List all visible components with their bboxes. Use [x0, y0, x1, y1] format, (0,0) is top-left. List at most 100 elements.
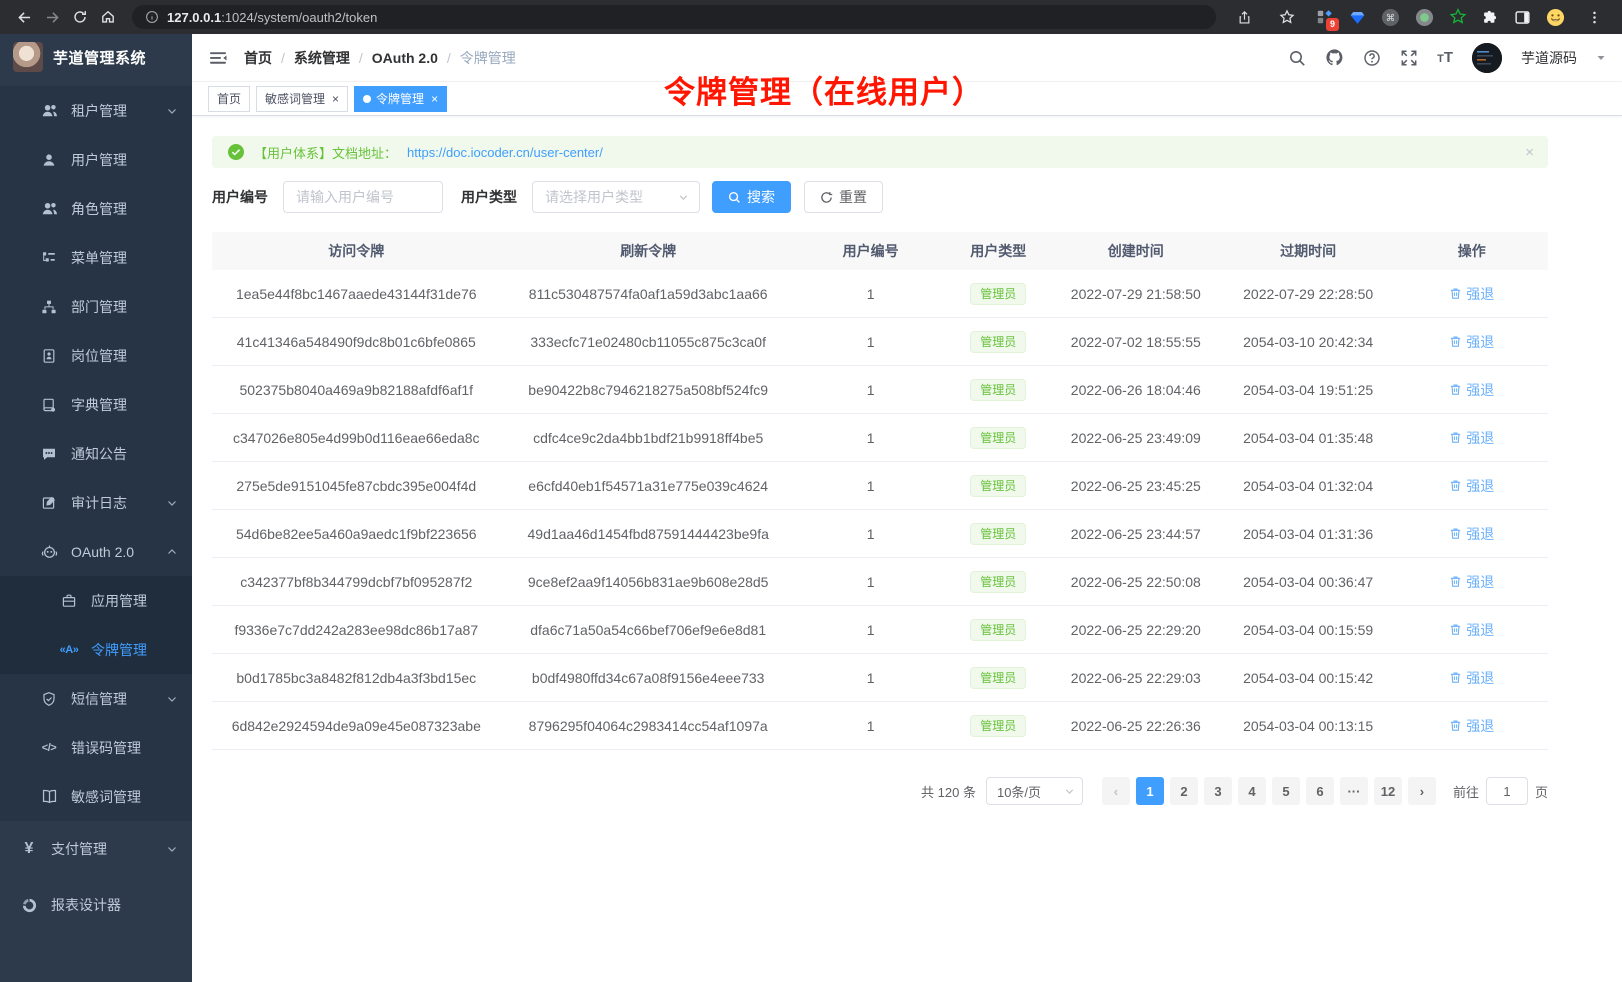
font-size-icon[interactable]: TT: [1437, 49, 1453, 66]
force-logout-button[interactable]: 强退: [1449, 620, 1494, 640]
force-logout-button[interactable]: 强退: [1449, 572, 1494, 592]
sidebar-item-dict[interactable]: 字典管理: [0, 380, 192, 429]
user-id-input[interactable]: [283, 181, 443, 213]
browser-address-bar[interactable]: 127.0.0.1:1024/system/oauth2/token: [132, 5, 1216, 29]
profile-avatar-icon[interactable]: [1546, 8, 1565, 27]
pie-icon: [20, 897, 38, 914]
tab-令牌管理[interactable]: 令牌管理 ×: [354, 86, 447, 112]
user-type-placeholder: 请选择用户类型: [545, 187, 643, 207]
page-button-2[interactable]: 2: [1170, 777, 1198, 805]
sidebar-item-tenant[interactable]: 租户管理: [0, 86, 192, 135]
blocker-extension-icon[interactable]: 9: [1316, 8, 1334, 26]
tab-敏感词管理[interactable]: 敏感词管理 ×: [256, 86, 348, 112]
page-button-6[interactable]: 6: [1306, 777, 1334, 805]
sidebar-item-oauth2[interactable]: OAuth 2.0: [0, 527, 192, 576]
breadcrumb-item: 令牌管理: [460, 48, 516, 68]
tab-首页[interactable]: 首页: [208, 86, 250, 112]
browser-forward-icon[interactable]: [38, 3, 66, 31]
bookmark-star-icon[interactable]: [1273, 3, 1301, 31]
breadcrumb-item[interactable]: 首页: [244, 48, 272, 68]
next-page-button[interactable]: ›: [1408, 777, 1436, 805]
sidebar-item-oauth2-app[interactable]: 应用管理: [0, 576, 192, 625]
force-logout-button[interactable]: 强退: [1449, 428, 1494, 448]
browser-reload-icon[interactable]: [66, 3, 94, 31]
page-button-4[interactable]: 4: [1238, 777, 1266, 805]
goto-page-input[interactable]: [1486, 777, 1528, 805]
gem-extension-icon[interactable]: [1349, 9, 1366, 26]
sidebar-item-report-designer[interactable]: 报表设计器: [0, 877, 192, 933]
force-logout-button[interactable]: 强退: [1449, 380, 1494, 400]
search-icon[interactable]: [1288, 49, 1306, 67]
sidebar-item-role[interactable]: 角色管理: [0, 184, 192, 233]
page-button-12[interactable]: 12: [1374, 777, 1402, 805]
breadcrumb-item[interactable]: 系统管理: [294, 48, 350, 68]
sidebar-item-sensitive-word[interactable]: 敏感词管理: [0, 772, 192, 821]
tab-label: 令牌管理: [376, 90, 424, 107]
close-icon[interactable]: ×: [332, 93, 339, 105]
page-info-icon[interactable]: [145, 10, 159, 24]
browser-menu-icon[interactable]: [1580, 3, 1608, 31]
sidebar-item-label: 角色管理: [71, 199, 127, 219]
sidebar-item-sms[interactable]: 短信管理: [0, 674, 192, 723]
alert-close-icon[interactable]: ×: [1525, 144, 1534, 161]
app-logo[interactable]: 芋道管理系统: [0, 34, 192, 80]
side-panel-icon[interactable]: [1514, 9, 1531, 26]
sidebar-item-label: 字典管理: [71, 395, 127, 415]
force-logout-button[interactable]: 强退: [1449, 668, 1494, 688]
sidebar-item-error-code[interactable]: </> 错误码管理: [0, 723, 192, 772]
prev-page-button[interactable]: ‹: [1102, 777, 1130, 805]
page-button-5[interactable]: 5: [1272, 777, 1300, 805]
sidebar-item-oauth2-token[interactable]: «A» 令牌管理: [0, 625, 192, 674]
sidebar-item-post[interactable]: 岗位管理: [0, 331, 192, 380]
page-button-1[interactable]: 1: [1136, 777, 1164, 805]
svg-text:⌘: ⌘: [1386, 12, 1396, 23]
chevron-down-icon[interactable]: [1596, 53, 1606, 63]
green-star-extension-icon[interactable]: [1449, 8, 1467, 26]
breadcrumb-item[interactable]: OAuth 2.0: [372, 50, 438, 66]
doc-link[interactable]: https://doc.iocoder.cn/user-center/: [407, 145, 603, 160]
more-pages-icon[interactable]: ···: [1340, 777, 1368, 805]
cell-created-time: 2022-06-25 22:26:36: [1051, 718, 1221, 734]
browser-home-icon[interactable]: [94, 3, 122, 31]
user-name[interactable]: 芋道源码: [1521, 48, 1577, 68]
sidebar-item-notice[interactable]: 通知公告: [0, 429, 192, 478]
force-logout-button[interactable]: 强退: [1449, 284, 1494, 304]
sidebar-item-user[interactable]: 用户管理: [0, 135, 192, 184]
trash-icon: [1449, 383, 1462, 396]
cell-expire-time: 2054-03-04 00:36:47: [1221, 574, 1396, 590]
sidebar-item-pay[interactable]: ¥ 支付管理: [0, 821, 192, 877]
search-button[interactable]: 搜索: [712, 181, 791, 213]
user-type-badge: 管理员: [970, 619, 1026, 641]
cell-access-token: 54d6be82ee5a460a9aedc1f9bf223656: [212, 526, 501, 542]
github-icon[interactable]: [1325, 48, 1344, 67]
cell-access-token: c342377bf8b344799dcbf7bf095287f2: [212, 574, 501, 590]
recorder-extension-icon[interactable]: [1415, 8, 1434, 27]
user-avatar[interactable]: [1472, 43, 1502, 73]
sidebar-item-audit-log[interactable]: 审计日志: [0, 478, 192, 527]
table-row: c342377bf8b344799dcbf7bf095287f2 9ce8ef2…: [212, 558, 1548, 606]
sidebar-item-menu[interactable]: 菜单管理: [0, 233, 192, 282]
share-icon[interactable]: [1230, 3, 1258, 31]
cell-user-type: 管理员: [945, 283, 1051, 305]
shortcut-extension-icon[interactable]: ⌘: [1381, 8, 1400, 27]
page-size-select[interactable]: 10条/页: [986, 777, 1083, 805]
browser-back-icon[interactable]: [10, 3, 38, 31]
force-logout-button[interactable]: 强退: [1449, 332, 1494, 352]
cell-access-token: b0d1785bc3a8482f812db4a3f3bd15ec: [212, 670, 501, 686]
sidebar-item-dept[interactable]: 部门管理: [0, 282, 192, 331]
sidebar-item-label: 审计日志: [71, 493, 127, 513]
puzzle-extensions-icon[interactable]: [1482, 9, 1499, 26]
force-logout-button[interactable]: 强退: [1449, 524, 1494, 544]
user-type-select[interactable]: 请选择用户类型: [532, 181, 700, 213]
force-logout-button[interactable]: 强退: [1449, 476, 1494, 496]
reset-button[interactable]: 重置: [804, 181, 883, 213]
help-icon[interactable]: [1363, 49, 1381, 67]
cell-refresh-token: 49d1aa46d1454fbd87591444423be9fa: [501, 526, 796, 542]
search-form: 用户编号 用户类型 请选择用户类型 搜索 重置: [212, 181, 1548, 213]
close-icon[interactable]: ×: [431, 93, 438, 105]
sidebar-collapse-icon[interactable]: [208, 48, 228, 68]
sidebar-item-label: 支付管理: [51, 839, 107, 859]
force-logout-button[interactable]: 强退: [1449, 716, 1494, 736]
fullscreen-icon[interactable]: [1400, 49, 1418, 67]
page-button-3[interactable]: 3: [1204, 777, 1232, 805]
